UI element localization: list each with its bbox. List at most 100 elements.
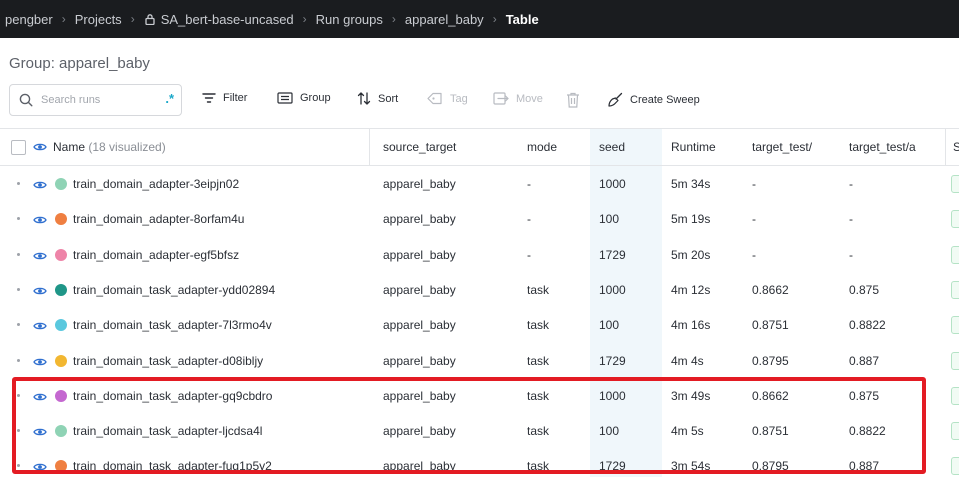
trash-icon	[567, 92, 579, 108]
breadcrumb-run-groups[interactable]: Run groups	[316, 12, 383, 27]
row-handle[interactable]	[17, 358, 20, 362]
tag-button[interactable]: Tag	[427, 92, 468, 105]
table-row[interactable]: train_domain_task_adapter-7l3rmo4v appar…	[0, 308, 959, 343]
move-button[interactable]: Move	[493, 92, 543, 105]
column-divider[interactable]	[945, 129, 946, 166]
header-next-column[interactable]: S	[953, 140, 959, 154]
state-badge	[951, 245, 959, 264]
eye-icon[interactable]	[33, 250, 47, 262]
table-row[interactable]: train_domain_task_adapter-d08ibljy appar…	[0, 344, 959, 379]
create-sweep-button[interactable]: Create Sweep	[608, 92, 700, 107]
table-row[interactable]: train_domain_task_adapter-gq9cbdro appar…	[0, 379, 959, 414]
run-name[interactable]: train_domain_task_adapter-ydd02894	[73, 283, 275, 297]
filter-button[interactable]: Filter	[202, 92, 247, 104]
eye-icon[interactable]	[33, 285, 47, 297]
header-mode[interactable]: mode	[527, 140, 557, 154]
run-color-swatch[interactable]	[55, 425, 67, 438]
run-color-swatch[interactable]	[55, 389, 67, 402]
sort-button[interactable]: Sort	[357, 92, 398, 105]
row-handle[interactable]	[17, 287, 20, 291]
target-test-1-cell: 0.8662	[752, 388, 789, 403]
target-test-1-cell: 0.8662	[752, 282, 789, 297]
target-test-2-cell: -	[849, 177, 853, 191]
run-name[interactable]: train_domain_task_adapter-d08ibljy	[73, 354, 263, 368]
eye-icon[interactable]	[33, 391, 47, 403]
select-all-checkbox[interactable]	[11, 140, 26, 155]
row-handle[interactable]	[17, 393, 20, 397]
run-name[interactable]: train_domain_adapter-8orfam4u	[73, 212, 244, 226]
state-badge	[951, 422, 959, 441]
table-row[interactable]: train_domain_task_adapter-ljcdsa4l appar…	[0, 414, 959, 449]
run-name[interactable]: train_domain_task_adapter-7l3rmo4v	[73, 318, 272, 332]
target-test-2-cell: -	[849, 247, 853, 262]
state-badge	[951, 210, 959, 229]
table-row[interactable]: train_domain_adapter-8orfam4u apparel_ba…	[0, 202, 959, 237]
target-test-2-cell: -	[849, 212, 853, 227]
seed-cell: 1000	[599, 177, 626, 191]
row-handle[interactable]	[17, 464, 20, 468]
eye-icon[interactable]	[33, 141, 47, 153]
header-name[interactable]: Name (18 visualized)	[53, 140, 166, 154]
regex-toggle[interactable]: .*	[165, 91, 174, 106]
run-name[interactable]: train_domain_adapter-egf5bfsz	[73, 248, 239, 262]
header-target-test-1[interactable]: target_test/	[752, 140, 812, 154]
runtime-cell: 4m 16s	[671, 318, 711, 333]
mode-cell: task	[527, 388, 550, 403]
target-test-1-cell: -	[752, 247, 756, 262]
header-source-target[interactable]: source_target	[383, 140, 456, 154]
group-button[interactable]: Group	[277, 92, 331, 104]
table-row[interactable]: train_domain_task_adapter-ydd02894 appar…	[0, 273, 959, 308]
row-handle[interactable]	[17, 429, 20, 433]
breadcrumb-user[interactable]: pengber	[5, 12, 53, 27]
eye-icon[interactable]	[33, 461, 47, 473]
table-row[interactable]: train_domain_adapter-egf5bfsz apparel_ba…	[0, 238, 959, 273]
run-name[interactable]: train_domain_task_adapter-gq9cbdro	[73, 389, 272, 403]
run-color-swatch[interactable]	[55, 213, 67, 226]
table-row[interactable]: train_domain_adapter-3eipjn02 apparel_ba…	[0, 167, 959, 202]
run-color-swatch[interactable]	[55, 319, 67, 332]
run-color-swatch[interactable]	[55, 460, 67, 473]
run-name[interactable]: train_domain_task_adapter-ljcdsa4l	[73, 424, 262, 438]
column-divider[interactable]	[369, 129, 370, 166]
delete-button[interactable]	[566, 92, 587, 108]
run-color-swatch[interactable]	[55, 354, 67, 367]
run-color-swatch[interactable]	[55, 178, 67, 190]
tag-icon	[427, 92, 442, 105]
row-handle[interactable]	[17, 182, 20, 185]
run-color-swatch[interactable]	[55, 248, 67, 261]
breadcrumb-project[interactable]: SA_bert-base-uncased	[161, 12, 294, 27]
row-handle[interactable]	[17, 323, 20, 327]
run-name[interactable]: train_domain_task_adapter-fug1p5y2	[73, 459, 272, 473]
row-handle[interactable]	[17, 217, 20, 221]
run-name[interactable]: train_domain_adapter-3eipjn02	[73, 177, 239, 191]
header-seed[interactable]: seed	[599, 140, 625, 154]
eye-icon[interactable]	[33, 426, 47, 438]
sort-label: Sort	[378, 92, 399, 105]
header-target-test-2[interactable]: target_test/a	[849, 140, 916, 154]
run-color-swatch[interactable]	[55, 283, 67, 296]
group-icon	[277, 92, 293, 104]
breadcrumb-projects[interactable]: Projects	[75, 12, 122, 27]
source-target-cell: apparel_baby	[383, 247, 456, 262]
move-icon	[493, 92, 509, 105]
search-box[interactable]: .*	[9, 84, 182, 116]
table-row[interactable]: train_domain_task_adapter-fug1p5y2 appar…	[0, 449, 959, 477]
runs-table: Name (18 visualized) source_target mode …	[0, 128, 959, 477]
breadcrumb-current: Table	[505, 11, 539, 27]
eye-icon[interactable]	[33, 320, 47, 332]
mode-cell: -	[527, 177, 531, 191]
row-handle[interactable]	[17, 252, 20, 256]
seed-cell: 100	[599, 318, 620, 333]
eye-icon[interactable]	[33, 356, 47, 368]
search-input[interactable]	[41, 94, 151, 106]
breadcrumb-group[interactable]: apparel_baby	[405, 12, 484, 27]
eye-icon[interactable]	[33, 179, 47, 191]
eye-icon[interactable]	[33, 214, 47, 226]
search-icon	[19, 93, 33, 107]
mode-cell: task	[527, 318, 550, 333]
table-header: Name (18 visualized) source_target mode …	[0, 129, 959, 166]
source-target-cell: apparel_baby	[383, 353, 456, 368]
filter-label: Filter	[223, 92, 248, 104]
header-runtime[interactable]: Runtime	[671, 140, 716, 154]
target-test-2-cell: 0.875	[849, 388, 880, 403]
